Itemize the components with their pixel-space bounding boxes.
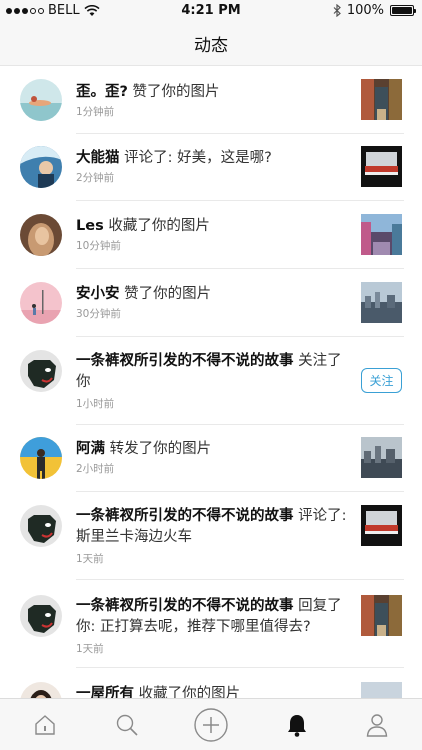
photo-thumbnail[interactable] [361,682,402,698]
photo-thumbnail[interactable] [361,214,402,255]
list-item[interactable]: 歪。歪? 赞了你的图片 1分钟前 [0,66,422,134]
avatar[interactable] [20,146,62,188]
activity-text: 阿满 转发了你的图片 2小时前 [76,439,356,476]
list-item[interactable]: 一条裤衩所引发的不得不说的故事 评论了: 斯里兰卡海边火车 1天前 [0,492,422,580]
timestamp: 1小时前 [76,398,115,410]
user-name[interactable]: 阿满 [76,441,105,457]
battery-icon [390,5,416,16]
avatar[interactable] [20,282,62,324]
bell-icon[interactable] [281,709,313,741]
activity-text: 大能猫 评论了: 好美，这是哪? 2分钟前 [76,148,356,185]
status-right: 100% [333,3,416,18]
user-name[interactable]: 一屋所有 [76,686,134,698]
list-item[interactable]: 一条裤衩所引发的不得不说的故事 关注了你 1小时前 关注 [0,337,422,425]
user-name[interactable]: Les [76,218,104,234]
list-item[interactable]: 一条裤衩所引发的不得不说的故事 回复了你: 正打算去呢，推荐下哪里值得去? 1天… [0,580,422,668]
home-icon[interactable] [29,709,61,741]
photo-thumbnail[interactable] [361,146,402,187]
avatar[interactable] [20,682,62,698]
user-name[interactable]: 歪。歪? [76,84,128,100]
photo-thumbnail[interactable] [361,79,402,120]
activity-action: 赞了你的图片 [119,286,212,302]
activity-action: 转发了你的图片 [105,441,212,457]
photo-thumbnail[interactable] [361,437,402,478]
photo-thumbnail[interactable] [361,282,402,323]
profile-icon[interactable] [361,709,393,741]
list-item[interactable]: 一屋所有 收藏了你的图片 [0,668,422,698]
user-name[interactable]: 一条裤衩所引发的不得不说的故事 [76,598,294,614]
battery-label: 100% [346,3,384,18]
activity-list[interactable]: 歪。歪? 赞了你的图片 1分钟前 大能猫 评论了: 好美，这是哪? 2分钟前 L… [0,66,422,698]
user-name[interactable]: 一条裤衩所引发的不得不说的故事 [76,508,294,524]
avatar[interactable] [20,79,62,121]
avatar[interactable] [20,595,62,637]
activity-action: 赞了你的图片 [127,84,220,100]
timestamp: 1天前 [76,553,104,565]
user-name[interactable]: 一条裤衩所引发的不得不说的故事 [76,353,294,369]
avatar[interactable] [20,214,62,256]
page-title: 动态 [194,36,228,56]
avatar[interactable] [20,350,62,392]
list-item[interactable]: 安小安 赞了你的图片 30分钟前 [0,269,422,337]
activity-action: 收藏了你的图片 [134,686,241,698]
activity-text: 安小安 赞了你的图片 30分钟前 [76,284,356,321]
search-icon[interactable] [111,709,143,741]
activity-action: 收藏了你的图片 [103,218,210,234]
activity-text: Les 收藏了你的图片 10分钟前 [76,216,356,253]
bluetooth-icon [333,4,341,17]
activity-text: 一条裤衩所引发的不得不说的故事 回复了你: 正打算去呢，推荐下哪里值得去? 1天… [76,596,356,656]
avatar[interactable] [20,505,62,547]
activity-text: 一条裤衩所引发的不得不说的故事 评论了: 斯里兰卡海边火车 1天前 [76,506,356,566]
activity-action: 评论了: 好美，这是哪? [119,150,272,166]
timestamp: 1天前 [76,643,104,655]
photo-thumbnail[interactable] [361,595,402,636]
list-item[interactable]: Les 收藏了你的图片 10分钟前 [0,201,422,269]
activity-text: 一屋所有 收藏了你的图片 [76,684,356,698]
list-item[interactable]: 阿满 转发了你的图片 2小时前 [0,425,422,492]
timestamp: 2小时前 [76,463,115,475]
user-name[interactable]: 安小安 [76,286,120,302]
timestamp: 10分钟前 [76,240,121,252]
status-bar: BELL 4:21 PM 100% [0,0,422,22]
activity-text: 一条裤衩所引发的不得不说的故事 关注了你 1小时前 [76,351,356,411]
timestamp: 30分钟前 [76,308,121,320]
list-item[interactable]: 大能猫 评论了: 好美，这是哪? 2分钟前 [0,134,422,201]
timestamp: 2分钟前 [76,172,115,184]
photo-thumbnail[interactable] [361,505,402,546]
avatar[interactable] [20,437,62,479]
user-name[interactable]: 大能猫 [76,150,120,166]
timestamp: 1分钟前 [76,106,115,118]
add-icon[interactable] [193,707,229,743]
tab-bar [0,698,422,750]
nav-bar: 动态 [0,22,422,66]
follow-button[interactable]: 关注 [361,368,402,393]
activity-text: 歪。歪? 赞了你的图片 1分钟前 [76,82,356,119]
